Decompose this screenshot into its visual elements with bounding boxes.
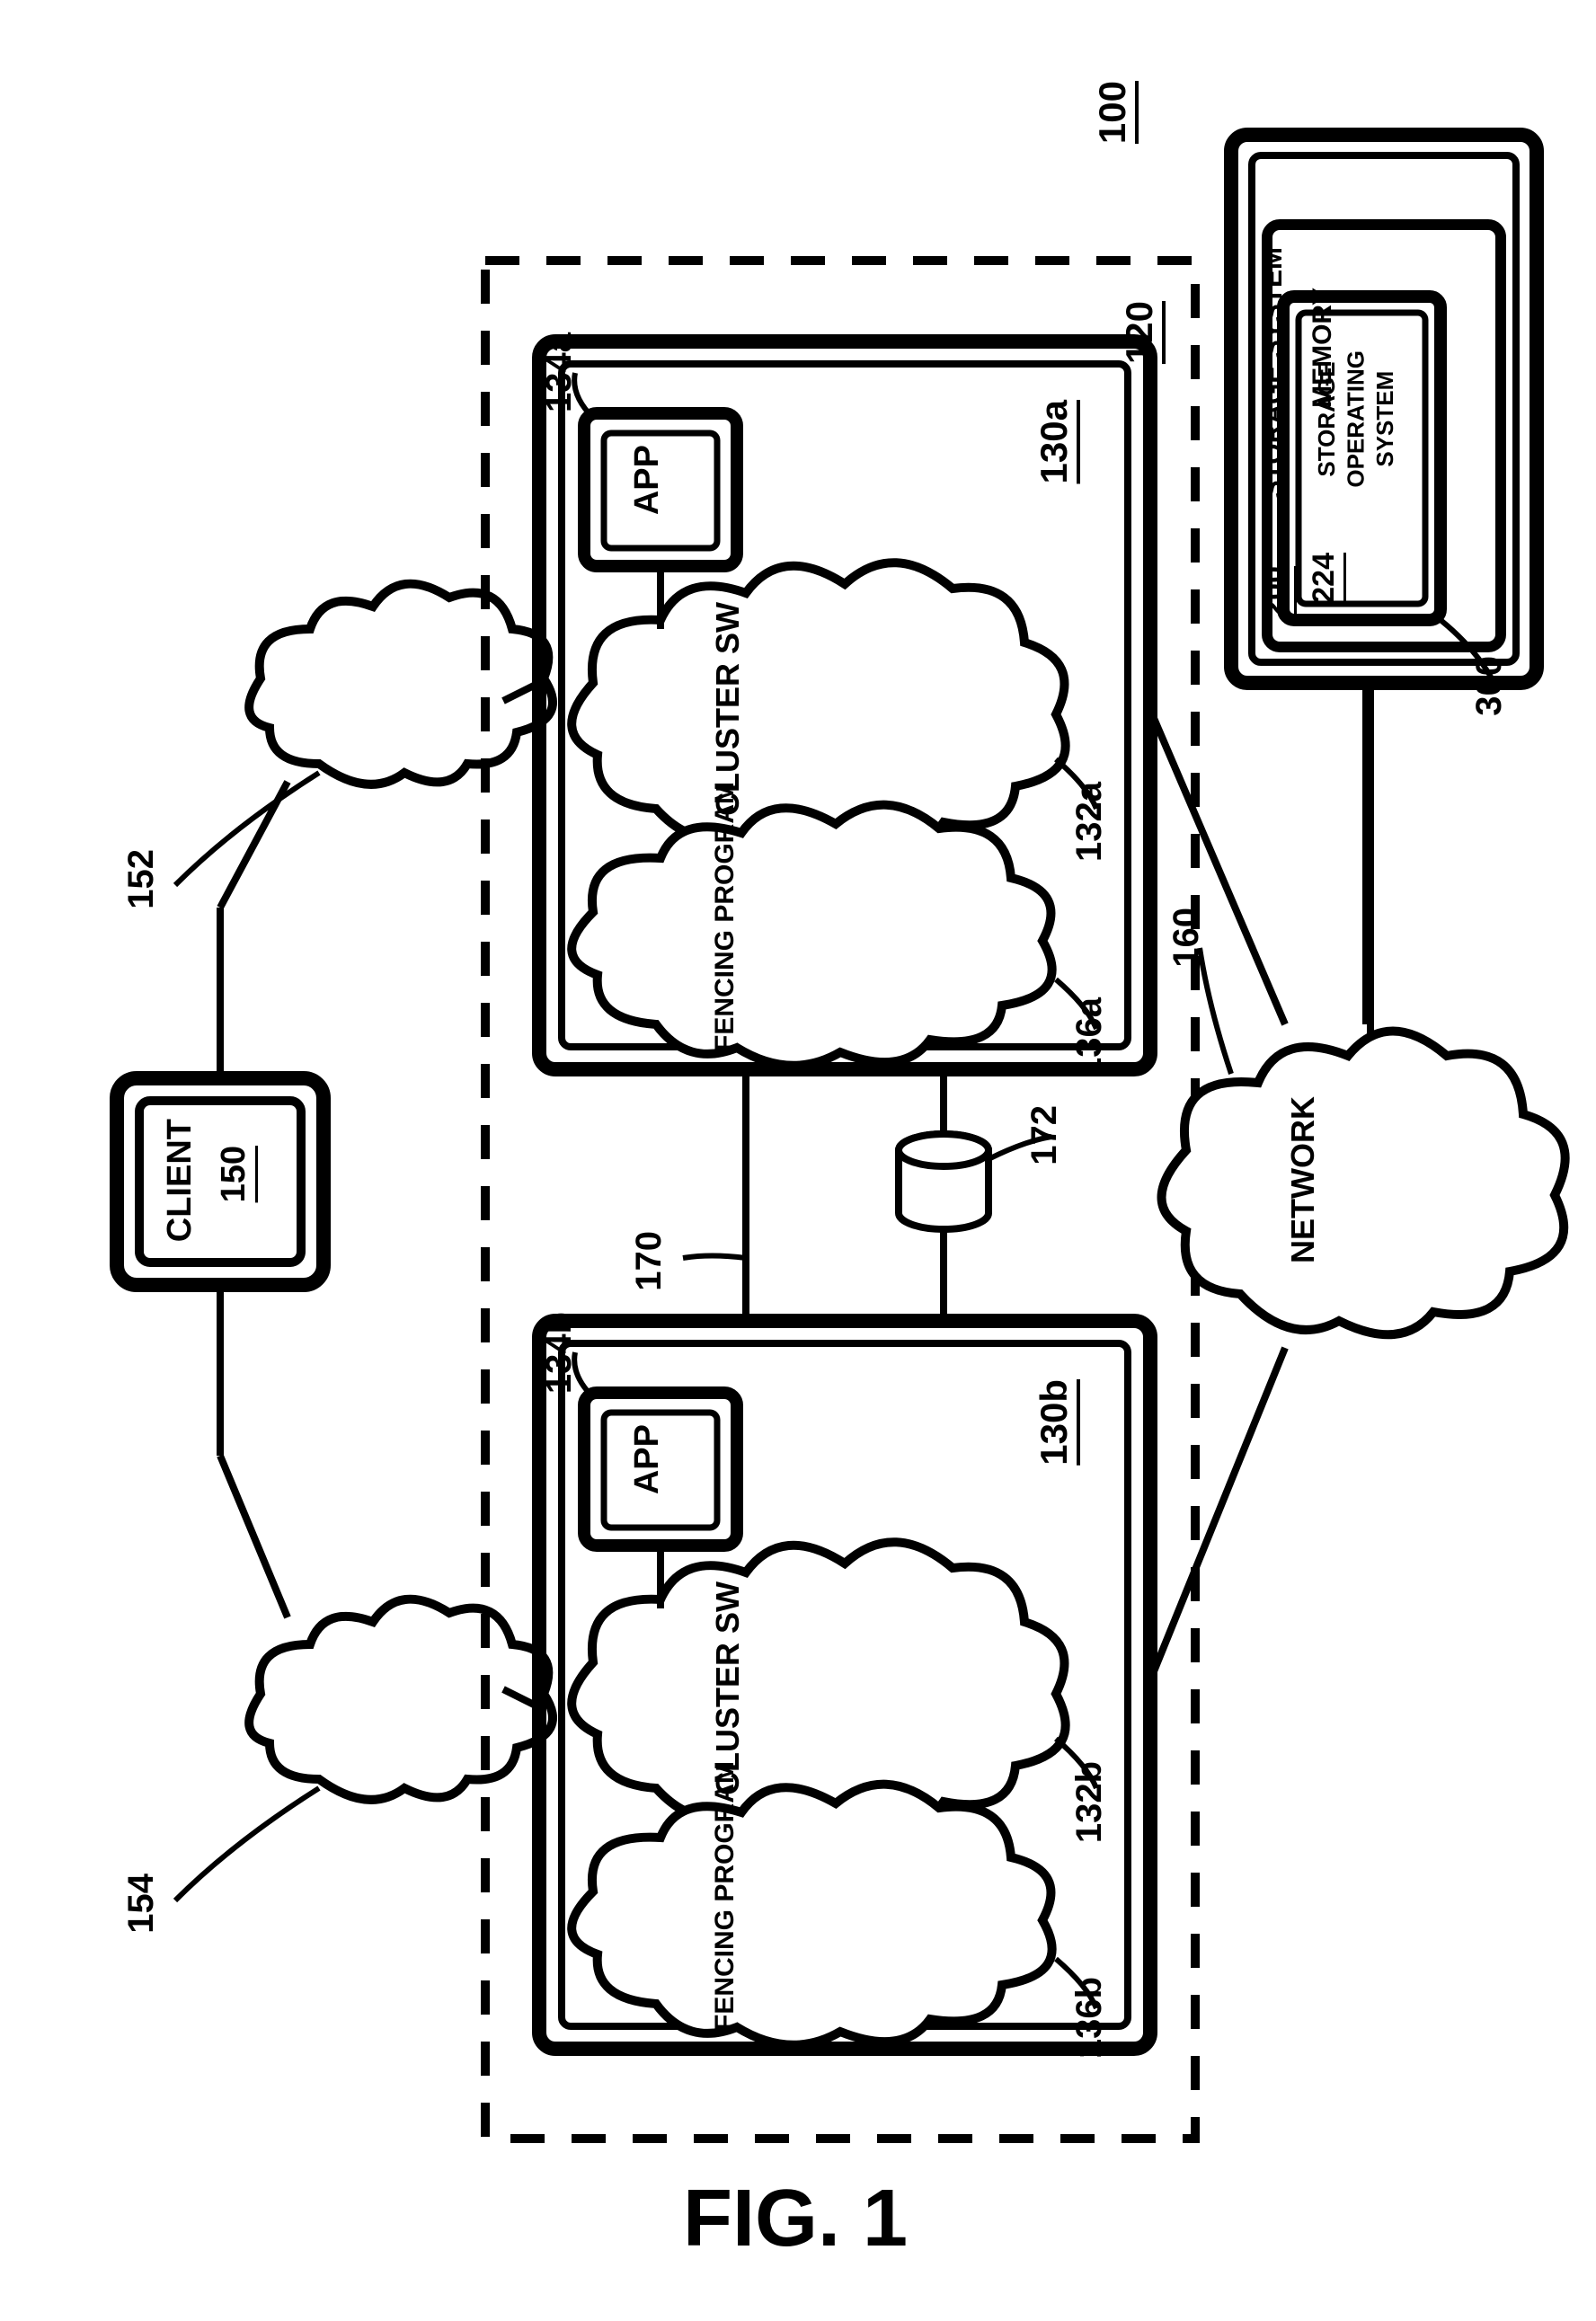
sos-ref: 300 [1469, 656, 1509, 716]
app-b-ref: 134b [539, 1312, 579, 1394]
memory-ref: 224 [1308, 553, 1341, 604]
fencing-a-ref: 136a [1069, 997, 1109, 1077]
node-b-ref: 130b [1033, 1379, 1075, 1466]
storage-label: STORAGE SYSTEM [1258, 247, 1288, 499]
cluster-ref: 120 [1119, 301, 1160, 364]
app-b-label: APP [629, 1424, 667, 1494]
fencing-cloud-b [572, 1785, 1051, 2045]
cluster-sw-cloud-b [572, 1542, 1065, 1829]
fencing-a: FENCING PROGRAM [710, 782, 740, 1051]
fencing-b: FENCING PROGRAM [710, 1761, 740, 2031]
client-ref: 150 [216, 1146, 253, 1202]
network-cloud [1162, 1032, 1565, 1335]
cluster-sw-b-ref: 132b [1069, 1761, 1109, 1843]
cloud-top-ref: 152 [121, 849, 161, 909]
fencing-cloud-a [572, 805, 1051, 1066]
cluster-sw-a-ref: 132a [1069, 782, 1109, 862]
figure-label: FIG. 1 [683, 2175, 908, 2263]
sos-label: STORAGE OPERATING SYSTEM [1312, 350, 1400, 488]
fencing-b-ref: 136b [1069, 1977, 1109, 2059]
quorum-ref: 172 [1024, 1105, 1064, 1165]
network-ref: 160 [1166, 908, 1206, 968]
storage-ref: 200 [1258, 566, 1291, 617]
app-a-label: APP [629, 445, 667, 515]
client-cloud-bottom [249, 1599, 553, 1800]
cluster-sw-cloud-a [572, 563, 1065, 850]
quorum-disk [899, 1134, 989, 1229]
heartbeat-ref: 170 [629, 1231, 669, 1291]
app-a-ref: 134a [539, 332, 579, 412]
node-a-ref: 130a [1033, 400, 1075, 483]
client-cloud-top [249, 584, 553, 784]
cloud-bot-ref: 154 [121, 1874, 161, 1934]
client-label: CLIENT [162, 1119, 200, 1242]
overall-ref: 100 [1092, 81, 1133, 144]
network-label: NETWORK [1285, 1096, 1321, 1263]
